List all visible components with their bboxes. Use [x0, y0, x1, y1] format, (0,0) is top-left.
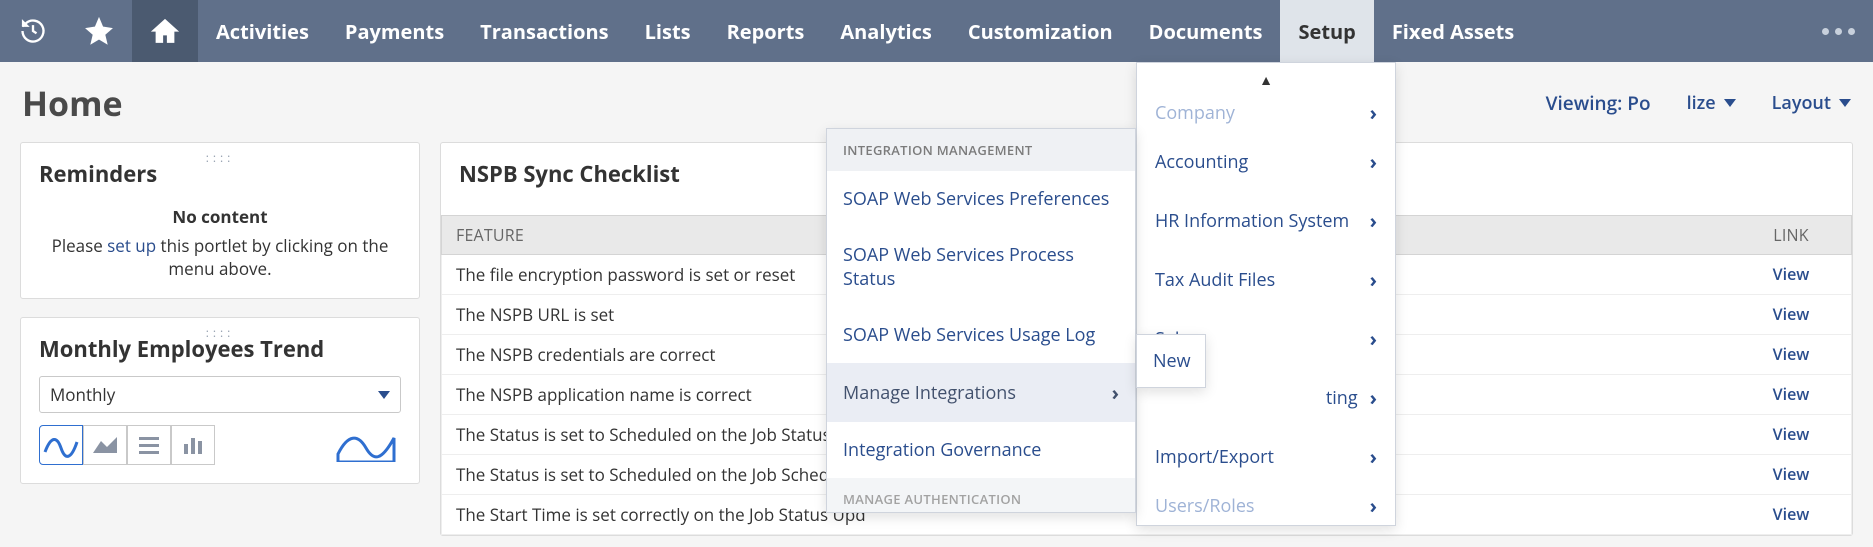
chevron-right-icon: ›: [1370, 148, 1377, 175]
personalize-link[interactable]: lize: [1687, 91, 1736, 115]
new-label: New: [1153, 349, 1191, 373]
nav-overflow-icon[interactable]: [1803, 0, 1873, 62]
nav-lists[interactable]: Lists: [627, 0, 709, 62]
drag-handle-icon[interactable]: ::::: [206, 324, 235, 341]
reminders-text-before: Please: [52, 234, 108, 257]
caret-down-icon: [1839, 99, 1851, 107]
list-icon[interactable]: [127, 425, 171, 465]
th-link: LINK: [1731, 216, 1851, 254]
layout-label: Layout: [1772, 91, 1831, 115]
chevron-right-icon: ›: [1370, 443, 1377, 470]
nav-fixed-assets[interactable]: Fixed Assets: [1374, 0, 1532, 62]
integration-item[interactable]: SOAP Web Services Preferences: [827, 171, 1135, 227]
chevron-right-icon: ›: [1370, 325, 1377, 352]
nav-analytics[interactable]: Analytics: [822, 0, 950, 62]
reminders-no-content: No content: [39, 205, 401, 228]
new-flyout-menu[interactable]: New: [1136, 334, 1206, 388]
caret-down-icon: [1724, 99, 1736, 107]
nav-setup[interactable]: Setup: [1280, 0, 1373, 62]
view-link[interactable]: View: [1773, 463, 1810, 485]
td-link: View: [1731, 335, 1851, 374]
area-chart-icon[interactable]: [83, 425, 127, 465]
view-link[interactable]: View: [1773, 383, 1810, 405]
nav-activities[interactable]: Activities: [198, 0, 327, 62]
td-link: View: [1731, 455, 1851, 494]
setup-menu: ▲ Company› Accounting› HR Information Sy…: [1136, 62, 1396, 526]
chevron-right-icon: ›: [1370, 384, 1377, 411]
page-header: Home Viewing: Po lize Layout: [0, 62, 1873, 134]
bar-chart-icon[interactable]: [171, 425, 215, 465]
home-icon[interactable]: [132, 0, 198, 62]
integration-item[interactable]: Integration Governance: [827, 422, 1135, 478]
page-title: Home: [22, 80, 123, 126]
setup-item-company[interactable]: Company›: [1137, 93, 1395, 132]
caret-down-icon: [378, 391, 390, 399]
view-link[interactable]: View: [1773, 503, 1810, 525]
line-chart-icon[interactable]: [39, 425, 83, 465]
nav-items: Activities Payments Transactions Lists R…: [198, 0, 1532, 62]
chevron-right-icon: ›: [1370, 207, 1377, 234]
reminders-portlet: :::: Reminders No content Please set up …: [20, 142, 420, 299]
star-icon[interactable]: [66, 0, 132, 62]
view-link[interactable]: View: [1773, 343, 1810, 365]
td-link: View: [1731, 375, 1851, 414]
history-icon[interactable]: [0, 0, 66, 62]
integration-section-title: INTEGRATION MANAGEMENT: [827, 129, 1135, 171]
nav-payments[interactable]: Payments: [327, 0, 462, 62]
setup-item-users-roles[interactable]: Users/Roles›: [1137, 486, 1395, 519]
nav-transactions[interactable]: Transactions: [462, 0, 626, 62]
integration-item[interactable]: SOAP Web Services Process Status: [827, 227, 1135, 307]
nav-documents[interactable]: Documents: [1131, 0, 1281, 62]
integration-menu: INTEGRATION MANAGEMENT SOAP Web Services…: [826, 128, 1136, 513]
drag-handle-icon[interactable]: ::::: [206, 149, 235, 166]
setup-item-accounting[interactable]: Accounting›: [1137, 132, 1395, 191]
trend-period-select[interactable]: Monthly: [39, 376, 401, 413]
integration-item[interactable]: SOAP Web Services Usage Log: [827, 307, 1135, 363]
reminders-text-after: this portlet by clicking on the menu abo…: [156, 234, 388, 280]
view-link[interactable]: View: [1773, 423, 1810, 445]
setup-item-hr[interactable]: HR Information System›: [1137, 191, 1395, 250]
chevron-right-icon: ›: [1370, 266, 1377, 293]
reminders-setup-link[interactable]: set up: [107, 234, 156, 257]
line-chart-preview-icon[interactable]: [331, 425, 401, 465]
setup-item-import-export[interactable]: Import/Export›: [1137, 427, 1395, 486]
personalize-label: lize: [1687, 91, 1716, 115]
view-link[interactable]: View: [1773, 263, 1810, 285]
td-link: View: [1731, 295, 1851, 334]
nav-customization[interactable]: Customization: [950, 0, 1131, 62]
top-navbar: Activities Payments Transactions Lists R…: [0, 0, 1873, 62]
chevron-right-icon: ›: [1370, 492, 1377, 519]
view-link[interactable]: View: [1773, 303, 1810, 325]
nav-reports[interactable]: Reports: [709, 0, 823, 62]
layout-link[interactable]: Layout: [1772, 91, 1851, 115]
chevron-right-icon: ›: [1370, 99, 1377, 126]
viewing-label: Viewing: Po: [1546, 90, 1651, 116]
trend-period-value: Monthly: [50, 383, 115, 406]
integration-section-title-2: MANAGE AUTHENTICATION: [827, 478, 1135, 512]
monthly-employees-trend-portlet: :::: Monthly Employees Trend Monthly: [20, 317, 420, 484]
chevron-up-icon[interactable]: ▲: [1259, 71, 1273, 90]
td-link: View: [1731, 495, 1851, 534]
integration-item[interactable]: Manage Integrations›: [827, 363, 1135, 422]
td-link: View: [1731, 255, 1851, 294]
td-link: View: [1731, 415, 1851, 454]
chevron-right-icon: ›: [1112, 379, 1119, 406]
setup-item-tax[interactable]: Tax Audit Files›: [1137, 250, 1395, 309]
